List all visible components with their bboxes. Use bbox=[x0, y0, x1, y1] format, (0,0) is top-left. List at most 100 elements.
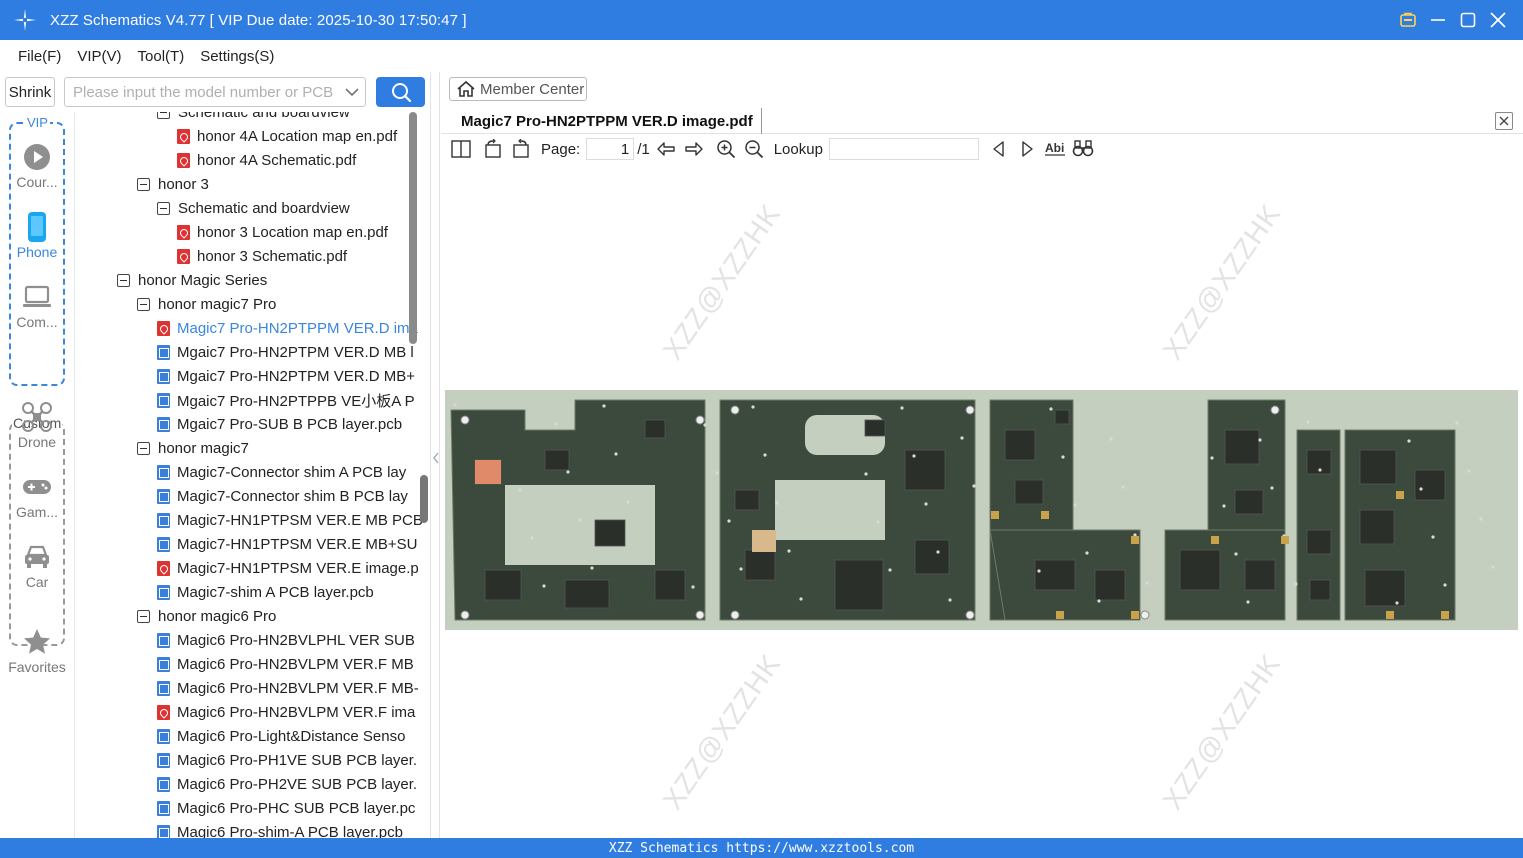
collapse-icon[interactable] bbox=[137, 177, 150, 191]
tree-file[interactable]: Magic6 Pro-PH2VE SUB PCB layer. bbox=[157, 772, 417, 796]
tree-file[interactable]: Magic6 Pro-PHC SUB PCB layer.pc bbox=[157, 796, 415, 820]
category-favorites[interactable]: Favorites bbox=[0, 625, 74, 675]
match-case-icon[interactable]: Abi bbox=[1041, 137, 1069, 161]
member-center-button[interactable]: Member Center bbox=[449, 77, 587, 101]
vip-card-icon[interactable] bbox=[1393, 5, 1423, 35]
tree-file[interactable]: Magic7-HN1PTPSM VER.E MB PCB bbox=[157, 508, 423, 532]
maximize-icon[interactable] bbox=[1453, 5, 1483, 35]
car-icon bbox=[0, 540, 74, 574]
tree-item-label: Magic6 Pro-PH2VE SUB PCB layer. bbox=[177, 775, 418, 793]
minimize-icon[interactable] bbox=[1423, 5, 1453, 35]
menu-settings[interactable]: Settings(S) bbox=[192, 48, 282, 65]
tree-item-label: Schematic and boardview bbox=[178, 112, 350, 121]
panel-scrollbar[interactable] bbox=[420, 475, 428, 523]
tree-file[interactable]: Mgaic7 Pro-HN2PTPPB VE小板A P bbox=[157, 388, 415, 412]
pdf-file-icon bbox=[157, 560, 170, 576]
rotate-left-icon[interactable] bbox=[479, 137, 507, 161]
tree-file[interactable]: honor 3 Schematic.pdf bbox=[177, 244, 347, 268]
page-number-input[interactable] bbox=[586, 138, 635, 160]
tree-file[interactable]: Magic6 Pro-PH1VE SUB PCB layer. bbox=[157, 748, 417, 772]
watermark: XZZ@XZZHK bbox=[1156, 198, 1287, 366]
tree-file[interactable]: Mgaic7 Pro-HN2PTPM VER.D MB+ bbox=[157, 364, 415, 388]
collapse-icon[interactable] bbox=[157, 201, 170, 215]
tree-file[interactable]: Magic7-shim A PCB layer.pcb bbox=[157, 580, 374, 604]
tree-file[interactable]: Magic7-Connector shim B PCB lay bbox=[157, 484, 408, 508]
tree-folder[interactable]: honor magic6 Pro bbox=[137, 604, 276, 628]
tree-folder[interactable]: Schematic and boardview bbox=[157, 196, 350, 220]
tree-item-label: Magic7 Pro-HN2PTPPM VER.D ima bbox=[177, 319, 418, 337]
tab-document[interactable]: Magic7 Pro-HN2PTPPM VER.D image.pdf bbox=[453, 108, 762, 134]
tree-item-label: Magic7-HN1PTPSM VER.E MB PCB bbox=[177, 511, 423, 529]
close-tab-icon[interactable] bbox=[1495, 112, 1513, 130]
collapse-icon[interactable] bbox=[137, 609, 150, 623]
collapse-icon[interactable] bbox=[137, 297, 150, 311]
tree-item-label: honor 3 Schematic.pdf bbox=[197, 247, 348, 265]
tree-scrollbar[interactable] bbox=[409, 112, 417, 344]
page-total: /1 bbox=[637, 140, 650, 158]
category-label: Phone bbox=[16, 244, 58, 260]
tree-file[interactable]: Magic7 Pro-HN2PTPPM VER.D ima bbox=[157, 316, 418, 340]
sidebar-toggle-icon[interactable] bbox=[447, 137, 475, 161]
tree-file[interactable]: Magic6 Pro-shim-A PCB layer.pcb bbox=[157, 820, 403, 838]
tree-folder[interactable]: honor magic7 Pro bbox=[137, 292, 276, 316]
tree-folder[interactable]: honor 3 bbox=[137, 172, 209, 196]
find-next-icon[interactable] bbox=[1013, 137, 1041, 161]
tree-file[interactable]: Mgaic7 Pro-HN2PTPM VER.D MB l bbox=[157, 340, 414, 364]
tree-item-label: honor Magic Series bbox=[138, 271, 268, 289]
pdf-toolbar: Page: /1 Lookup Abi bbox=[441, 134, 1523, 164]
menu-file[interactable]: File(F) bbox=[10, 48, 69, 65]
zoom-out-icon[interactable] bbox=[740, 137, 768, 161]
tree-file[interactable]: Magic6 Pro-HN2BVLPM VER.F ima bbox=[157, 700, 415, 724]
tree-file[interactable]: honor 4A Schematic.pdf bbox=[177, 148, 356, 172]
lookup-input[interactable] bbox=[828, 138, 979, 160]
category-phone[interactable]: Phone bbox=[0, 210, 74, 260]
collapse-icon[interactable] bbox=[137, 441, 150, 455]
vip-group-label: VIP bbox=[25, 115, 50, 130]
tree-file[interactable]: Magic7-Connector shim A PCB lay bbox=[157, 460, 406, 484]
tree-file[interactable]: Magic6 Pro-HN2BVLPM VER.F MB bbox=[157, 652, 414, 676]
category-label: Favorites bbox=[8, 659, 66, 675]
tree-folder[interactable]: Schematic and boardview bbox=[157, 112, 350, 124]
menu-tool[interactable]: Tool(T) bbox=[130, 48, 193, 65]
collapse-icon[interactable] bbox=[117, 273, 130, 287]
category-drone[interactable]: Drone bbox=[0, 400, 74, 450]
category-game[interactable]: Gam... bbox=[0, 470, 74, 520]
close-icon[interactable] bbox=[1483, 5, 1513, 35]
pcb-file-icon bbox=[157, 488, 170, 504]
search-button[interactable] bbox=[376, 77, 425, 107]
category-car[interactable]: Car bbox=[0, 540, 74, 590]
chevron-left-icon[interactable] bbox=[432, 452, 440, 464]
panel-splitter[interactable] bbox=[430, 72, 440, 838]
tree-file[interactable]: Magic6 Pro-Light&Distance Senso bbox=[157, 724, 405, 748]
tree-folder[interactable]: honor magic7 bbox=[137, 436, 249, 460]
shrink-button[interactable]: Shrink bbox=[5, 77, 55, 107]
next-page-icon[interactable] bbox=[680, 137, 708, 161]
window-title: XZZ Schematics V4.77 [ VIP Due date: 202… bbox=[50, 11, 467, 29]
tree-item-label: Magic6 Pro-HN2BVLPM VER.F ima bbox=[177, 703, 416, 721]
find-all-icon[interactable] bbox=[1069, 137, 1097, 161]
tree-file[interactable]: Mgaic7 Pro-SUB B PCB layer.pcb bbox=[157, 412, 402, 436]
tree-folder[interactable]: honor Magic Series bbox=[117, 268, 267, 292]
rotate-right-icon[interactable] bbox=[507, 137, 535, 161]
tree-file[interactable]: Magic6 Pro-HN2BVLPM VER.F MB- bbox=[157, 676, 419, 700]
menu-vip[interactable]: VIP(V) bbox=[69, 48, 129, 65]
pcb-file-icon bbox=[157, 800, 170, 816]
pdf-viewer[interactable]: XZZ@XZZHK XZZ@XZZHK XZZ@XZZHK XZZ@XZZHK bbox=[441, 166, 1523, 838]
chevron-down-icon[interactable] bbox=[339, 87, 365, 97]
pdf-file-icon bbox=[177, 248, 190, 264]
tree-file[interactable]: Magic6 Pro-HN2BVLPHL VER SUB bbox=[157, 628, 415, 652]
category-computer[interactable]: Com... bbox=[0, 280, 74, 330]
collapse-icon[interactable] bbox=[157, 112, 170, 119]
tree-file[interactable]: Magic7-HN1PTPSM VER.E MB+SU bbox=[157, 532, 417, 556]
tree-item-label: honor magic7 bbox=[158, 439, 249, 457]
find-previous-icon[interactable] bbox=[985, 137, 1013, 161]
category-courses[interactable]: Cour... bbox=[0, 140, 74, 190]
tree-file[interactable]: Magic7-HN1PTPSM VER.E image.p bbox=[157, 556, 419, 580]
search-input[interactable] bbox=[65, 78, 339, 106]
tree-file[interactable]: honor 4A Location map en.pdf bbox=[177, 124, 397, 148]
zoom-in-icon[interactable] bbox=[712, 137, 740, 161]
watermark: XZZ@XZZHK bbox=[656, 648, 787, 816]
tree-file[interactable]: honor 3 Location map en.pdf bbox=[177, 220, 388, 244]
member-center-label: Member Center bbox=[480, 80, 585, 98]
previous-page-icon[interactable] bbox=[652, 137, 680, 161]
